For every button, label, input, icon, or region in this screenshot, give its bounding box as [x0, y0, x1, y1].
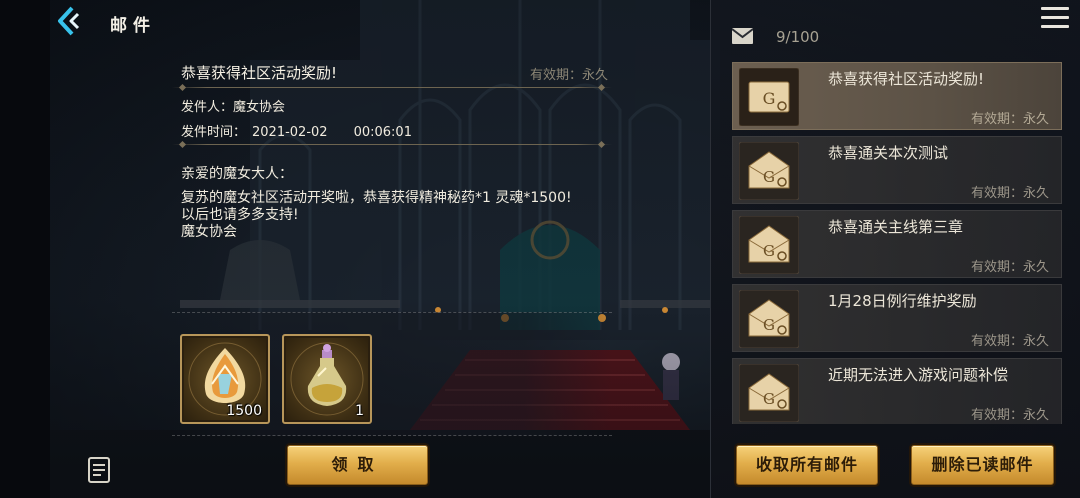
back-arrow-icon[interactable] — [52, 4, 86, 38]
svg-text:G: G — [763, 89, 776, 108]
reward-count: 1 — [355, 403, 364, 419]
svg-text:G: G — [763, 390, 775, 408]
envelope-open-icon: G — [739, 216, 799, 274]
envelope-open-icon: G — [739, 364, 799, 422]
mail-body-line: 以后也请多多支持! — [181, 207, 299, 223]
envelope-open-icon: G — [739, 290, 799, 348]
envelope-open-icon: G — [739, 142, 799, 200]
mail-list: G 恭喜获得社区活动奖励! 有效期：永久 G 恭喜通关本次测试 有效期：永久 G… — [732, 62, 1062, 424]
mail-list-item[interactable]: G 近期无法进入游戏问题补偿 有效期：永久 — [732, 358, 1062, 424]
mail-subject: 1月28日例行维护奖励 — [828, 292, 977, 310]
svg-text:G: G — [763, 242, 775, 260]
mail-validity: 有效期：永久 — [970, 334, 1049, 349]
menu-icon[interactable] — [1041, 7, 1069, 31]
send-time: 00:06:01 — [353, 125, 412, 140]
claim-button[interactable]: 领取 — [287, 445, 428, 485]
mail-validity: 有效期：永久 — [970, 112, 1049, 127]
mail-count: 9/100 — [776, 28, 820, 46]
envelope-icon — [731, 28, 754, 44]
reward-count: 1500 — [226, 403, 262, 419]
divider — [172, 87, 612, 88]
mail-greeting: 亲爱的魔女大人： — [181, 166, 293, 182]
mail-subject: 恭喜通关主线第三章 — [828, 218, 964, 236]
mail-body-line: 复苏的魔女社区活动开奖啦，恭喜获得精神秘药*1 灵魂*1500! — [181, 190, 572, 206]
sender-name: 魔女协会 — [233, 100, 286, 115]
mail-detail-title: 恭喜获得社区活动奖励! — [181, 64, 338, 82]
letter-icon: G — [739, 68, 799, 126]
mail-list-item[interactable]: G 恭喜获得社区活动奖励! 有效期：永久 — [732, 62, 1062, 130]
divider — [172, 144, 612, 145]
mail-list-item[interactable]: G 1月28日例行维护奖励 有效期：永久 — [732, 284, 1062, 352]
mail-detail-validity: 有效期：永久 — [530, 68, 609, 83]
mail-subject: 恭喜通关本次测试 — [828, 144, 949, 162]
mail-validity: 有效期：永久 — [970, 408, 1049, 423]
mail-list-item[interactable]: G 恭喜通关主线第三章 有效期：永久 — [732, 210, 1062, 278]
sender-label: 发件人： — [181, 100, 234, 115]
mail-subject: 恭喜获得社区活动奖励! — [828, 70, 985, 88]
mail-validity: 有效期：永久 — [970, 260, 1049, 275]
mail-signature: 魔女协会 — [181, 224, 237, 240]
send-time-label: 发件时间： — [181, 125, 247, 140]
mail-validity: 有效期：永久 — [970, 186, 1049, 201]
notes-icon[interactable] — [87, 456, 113, 484]
left-edge-stripe — [0, 0, 50, 498]
collect-all-button[interactable]: 收取所有邮件 — [736, 445, 878, 485]
mail-list-item[interactable]: G 恭喜通关本次测试 有效期：永久 — [732, 136, 1062, 204]
page-title: 邮件 — [110, 16, 156, 36]
mail-subject: 近期无法进入游戏问题补偿 — [828, 366, 1009, 384]
send-time-row: 发件时间： 2021-02-02 00:06:01 — [181, 121, 412, 140]
svg-text:G: G — [763, 316, 775, 334]
reward-slot[interactable]: 1500 — [180, 334, 270, 424]
delete-read-button[interactable]: 删除已读邮件 — [911, 445, 1054, 485]
reward-slot[interactable]: 1 — [282, 334, 372, 424]
sender-row: 发件人：魔女协会 — [181, 96, 285, 115]
send-date: 2021-02-02 — [252, 125, 328, 140]
svg-text:G: G — [763, 168, 775, 186]
